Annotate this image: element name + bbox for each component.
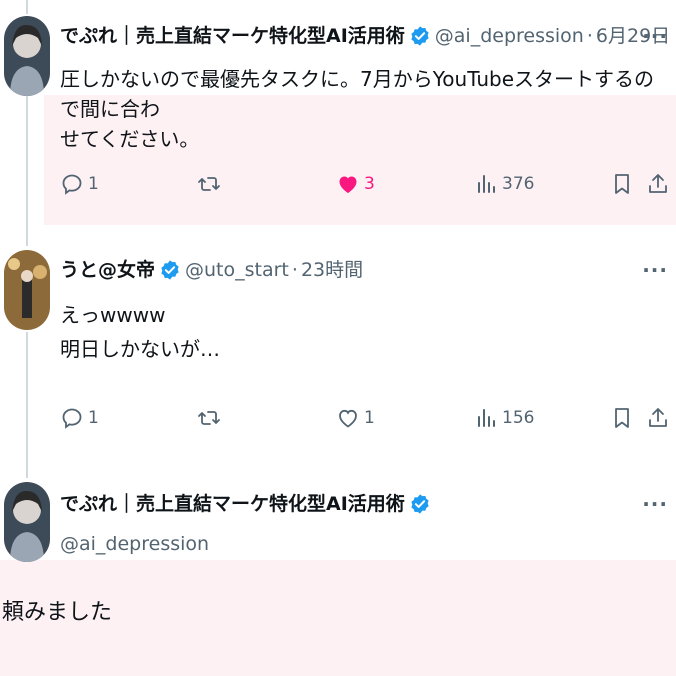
- reply-icon: [60, 406, 84, 430]
- avatar[interactable]: [4, 482, 50, 562]
- reply-icon: [60, 172, 84, 196]
- author-name[interactable]: うと@女帝: [60, 258, 155, 282]
- share-icon: [646, 172, 670, 196]
- bookmark-button[interactable]: [610, 172, 634, 196]
- heart-icon: [336, 172, 360, 196]
- more-icon[interactable]: ···: [642, 494, 668, 514]
- views-button[interactable]: 156: [474, 406, 534, 430]
- views-icon: [474, 406, 498, 430]
- share-button[interactable]: [646, 172, 670, 196]
- tweet-text-line: 明日しかないが…: [60, 337, 220, 361]
- views-icon: [474, 172, 498, 196]
- more-icon[interactable]: ···: [642, 260, 668, 280]
- share-icon: [646, 406, 670, 430]
- author-handle[interactable]: @ai_depression: [60, 532, 209, 556]
- tweet-header: うと@女帝 @uto_start · 23時間: [60, 258, 363, 282]
- like-button[interactable]: 3: [336, 172, 375, 196]
- more-icon[interactable]: ···: [642, 26, 668, 46]
- reply-count: 1: [88, 408, 99, 428]
- like-count: 1: [364, 408, 375, 428]
- bookmark-button[interactable]: [610, 406, 634, 430]
- reply-count: 1: [88, 174, 99, 194]
- separator-dot: ·: [291, 259, 298, 281]
- share-button[interactable]: [646, 406, 670, 430]
- avatar[interactable]: [4, 16, 50, 96]
- thread-line: [26, 96, 28, 246]
- author-name[interactable]: でぷれ｜売上直結マーケ特化型AI活用術: [60, 24, 405, 48]
- verified-badge-icon: [159, 259, 181, 281]
- bookmark-icon: [610, 172, 634, 196]
- heart-icon: [336, 406, 360, 430]
- avatar[interactable]: [4, 250, 50, 330]
- like-count: 3: [364, 174, 375, 194]
- verified-badge-icon: [409, 493, 431, 515]
- like-button[interactable]: 1: [336, 406, 375, 430]
- tweet-subheader: @ai_depression: [60, 532, 209, 556]
- verified-badge-icon: [409, 25, 431, 47]
- author-handle[interactable]: @ai_depression: [435, 24, 584, 48]
- author-name[interactable]: でぷれ｜売上直結マーケ特化型AI活用術: [60, 492, 405, 516]
- tweet-text-line: せてください。: [60, 127, 200, 151]
- views-count: 156: [502, 408, 535, 428]
- reply-button[interactable]: 1: [60, 406, 99, 430]
- thread-line: [26, 332, 28, 478]
- reply-button[interactable]: 1: [60, 172, 99, 196]
- tweet-header: でぷれ｜売上直結マーケ特化型AI活用術 @ai_depression · 6月2…: [60, 24, 670, 48]
- retweet-button[interactable]: [197, 406, 221, 430]
- separator-dot: ·: [586, 25, 593, 47]
- tweet-text-line: えっwwww: [60, 303, 166, 327]
- tweet-header: でぷれ｜売上直結マーケ特化型AI活用術: [60, 492, 435, 516]
- tweet-text: 圧しかないので最優先タスクに。7月からYouTubeスタートするので間に合わ せ…: [60, 64, 672, 154]
- tweet-text: えっwwww 明日しかないが…: [60, 298, 672, 366]
- timestamp[interactable]: 23時間: [301, 258, 363, 282]
- bookmark-icon: [610, 406, 634, 430]
- retweet-button[interactable]: [197, 172, 221, 196]
- views-button[interactable]: 376: [474, 172, 534, 196]
- views-count: 376: [502, 174, 535, 194]
- tweet-text-line: 圧しかないので最優先タスクに。7月からYouTubeスタートするので間に合わ: [60, 67, 655, 121]
- thread-line: [26, 0, 28, 14]
- retweet-icon: [197, 406, 221, 430]
- tweet-text: 頼みました: [2, 600, 113, 625]
- author-handle[interactable]: @uto_start: [185, 258, 289, 282]
- retweet-icon: [197, 172, 221, 196]
